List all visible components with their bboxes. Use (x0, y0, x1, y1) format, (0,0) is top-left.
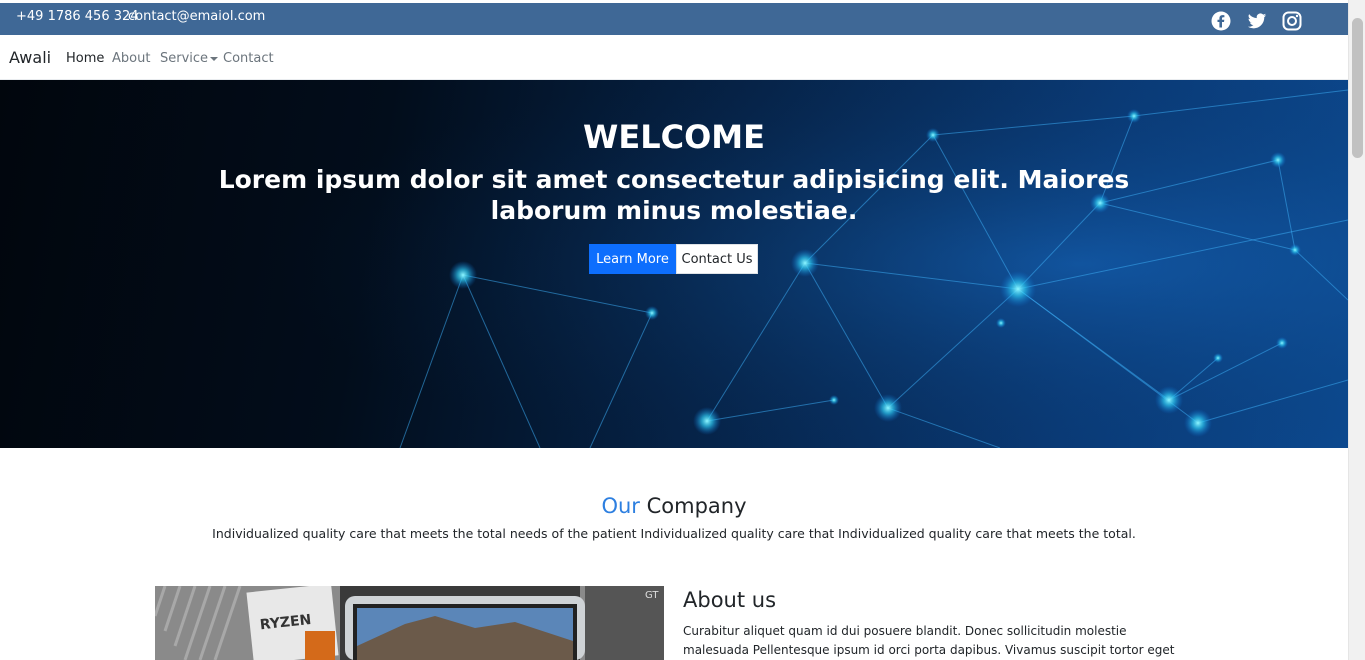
contact-topbar: +49 1786 456 324 contact@emaiol.com (0, 3, 1348, 35)
scrollbar-thumb[interactable] (1352, 18, 1363, 158)
learn-more-button[interactable]: Learn More (589, 244, 676, 274)
main-navbar: Awali Home About Service Contact (0, 35, 1348, 80)
email-address: contact@emaiol.com (128, 9, 266, 24)
nav-link-contact[interactable]: Contact (223, 51, 274, 66)
page-scrollbar[interactable] (1348, 0, 1365, 660)
company-title-rest: Company (646, 494, 747, 518)
company-section-title: Our Company (0, 494, 1348, 518)
nav-link-home[interactable]: Home (66, 51, 104, 66)
hero-title: WELCOME (583, 118, 765, 156)
facebook-icon[interactable] (1211, 11, 1231, 31)
chevron-down-icon (210, 56, 219, 61)
about-title: About us (683, 588, 777, 612)
svg-text:GT: GT (645, 590, 659, 601)
hero-subtitle: Lorem ipsum dolor sit amet consectetur a… (218, 165, 1130, 225)
nav-link-service-label: Service (160, 51, 209, 66)
about-image: RYZEN GT (155, 586, 664, 660)
nav-link-service[interactable]: Service (160, 51, 219, 66)
company-description: Individualized quality care that meets t… (212, 526, 1136, 541)
nav-link-about[interactable]: About (112, 51, 150, 66)
about-text: Curabitur aliquet quam id dui posuere bl… (683, 624, 1175, 657)
hero-banner: WELCOME Lorem ipsum dolor sit amet conse… (0, 80, 1348, 448)
company-title-accent: Our (601, 494, 640, 518)
brand-logo[interactable]: Awali (9, 48, 51, 67)
phone-number: +49 1786 456 324 (16, 9, 139, 24)
contact-us-button[interactable]: Contact Us (676, 244, 758, 274)
twitter-icon[interactable] (1247, 11, 1267, 31)
instagram-icon[interactable] (1282, 11, 1302, 31)
